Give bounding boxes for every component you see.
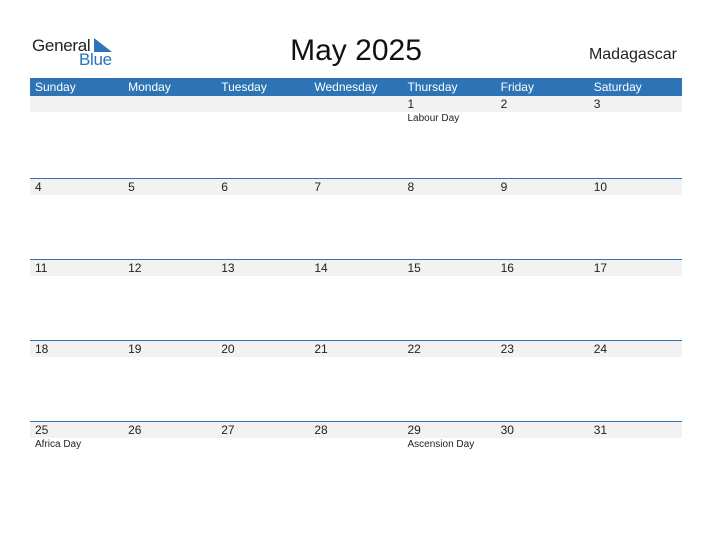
day-number: 15: [407, 261, 421, 275]
country-label: Madagascar: [588, 46, 677, 63]
holiday-label: [216, 112, 309, 126]
weekday-monday: Monday: [128, 80, 171, 94]
day-number: 4: [35, 180, 42, 194]
weekday-thursday: Thursday: [407, 80, 458, 94]
day-number: 23: [500, 342, 514, 356]
holiday-row: Labour Day: [30, 112, 682, 126]
date-band: 11 12 13 14 15 16 17: [30, 260, 682, 276]
day-number: 28: [314, 423, 328, 437]
day-number: 18: [35, 342, 49, 356]
weekday-saturday: Saturday: [593, 80, 642, 94]
holiday-label: [589, 438, 682, 452]
date-band: 25 26 27 28 29 30 31: [30, 422, 682, 438]
week-row: 4 5 6 7 8 9 10: [30, 178, 682, 259]
day-number: 12: [128, 261, 142, 275]
date-band: 1 2 3: [30, 96, 682, 112]
day-number: 3: [593, 97, 601, 111]
day-number: 10: [593, 180, 608, 194]
day-number: 29: [407, 423, 421, 437]
holiday-label: Labour Day: [407, 113, 460, 124]
holiday-label: Africa Day: [35, 439, 82, 450]
week-row: 1 2 3 Labour Day: [30, 96, 682, 178]
day-number: [309, 96, 402, 112]
day-number: 14: [314, 261, 328, 275]
date-band: 4 5 6 7 8 9 10: [30, 179, 682, 195]
weekday-sunday: Sunday: [35, 80, 76, 94]
holiday-label: [30, 112, 123, 126]
weekday-header: Sunday Monday Tuesday Wednesday Thursday…: [30, 78, 682, 96]
day-number: [216, 96, 309, 112]
calendar-grid: Sunday Monday Tuesday Wednesday Thursday…: [30, 78, 682, 502]
day-number: 31: [593, 423, 608, 437]
day-number: 27: [221, 423, 235, 437]
day-number: 13: [221, 261, 235, 275]
holiday-label: [216, 438, 309, 452]
holiday-label: [589, 112, 682, 126]
holiday-label: [309, 112, 402, 126]
day-number: 16: [500, 261, 514, 275]
week-row: 18 19 20 21 22 23 24: [30, 340, 682, 421]
day-number: 2: [500, 97, 508, 111]
day-number: [123, 96, 216, 112]
weekday-friday: Friday: [500, 80, 534, 94]
holiday-row: Africa Day Ascension Day: [30, 438, 682, 452]
date-band: 18 19 20 21 22 23 24: [30, 341, 682, 357]
day-number: 7: [314, 180, 322, 194]
day-number: 19: [128, 342, 142, 356]
holiday-label: Ascension Day: [407, 439, 475, 450]
day-number: 24: [593, 342, 608, 356]
holiday-label: [496, 438, 589, 452]
weekday-wednesday: Wednesday: [314, 80, 378, 94]
holiday-label: [123, 438, 216, 452]
weeks-container: 1 2 3 Labour Day 4 5 6 7 8 9 10 11 12 13 14 15 16 17 18 19 2…: [30, 96, 682, 502]
holiday-label: [123, 112, 216, 126]
day-number: [30, 96, 123, 112]
day-number: 8: [407, 180, 415, 194]
day-number: 5: [128, 180, 135, 194]
holiday-label: [309, 438, 402, 452]
day-number: 11: [35, 261, 48, 275]
day-number: 9: [500, 180, 508, 194]
day-number: 22: [407, 342, 421, 356]
day-number: 1: [407, 97, 415, 111]
day-number: 26: [128, 423, 142, 437]
day-number: 17: [593, 261, 608, 275]
weekday-tuesday: Tuesday: [221, 80, 267, 94]
holiday-label: [496, 112, 589, 126]
week-row: 11 12 13 14 15 16 17: [30, 259, 682, 340]
day-number: 6: [221, 180, 228, 194]
day-number: 21: [314, 342, 328, 356]
week-row: 25 26 27 28 29 30 31 Africa Day Ascension Day: [30, 421, 682, 502]
day-number: 20: [221, 342, 235, 356]
day-number: 25: [35, 423, 49, 437]
day-number: 30: [500, 423, 514, 437]
